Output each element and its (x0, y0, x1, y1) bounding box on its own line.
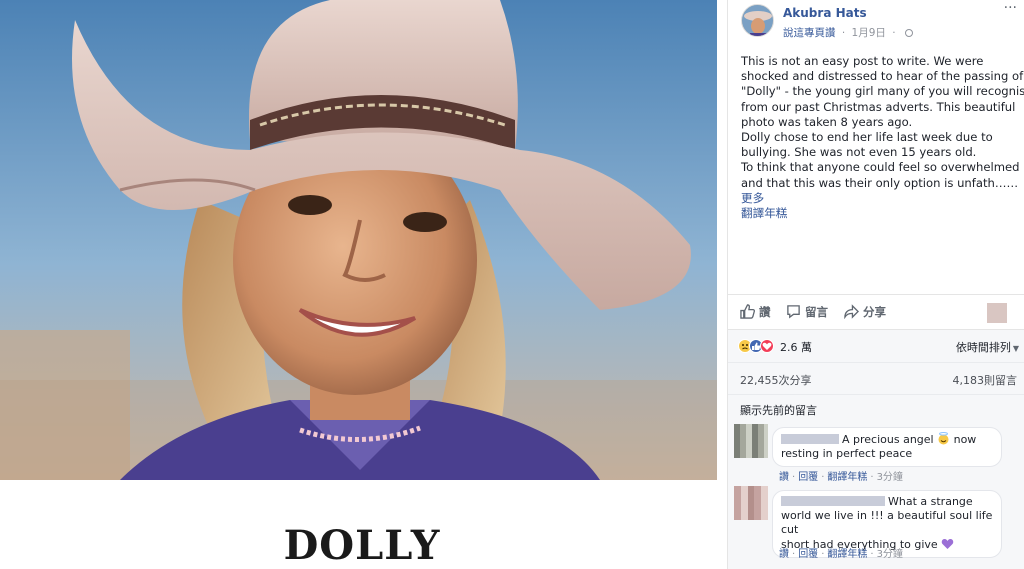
comment-actions: 讚 · 回覆 · 翻譯年糕 · 3分鐘 (779, 545, 903, 560)
recommend-link[interactable]: 說這專頁讚 (783, 27, 836, 39)
share-stats-row: 22,455次分享 4,183則留言 (728, 362, 1024, 394)
comment-like-link[interactable]: 讚 (779, 549, 789, 560)
meta-separator: · (892, 27, 896, 39)
photo-illustration (0, 0, 717, 480)
page-name-link[interactable]: Akubra Hats (783, 6, 867, 20)
translate-link[interactable]: 翻譯年糕 (741, 206, 1021, 221)
post-header: Akubra Hats 說這專頁讚 · 1月9日 · ··· (728, 0, 1024, 48)
like-label: 讚 (759, 305, 771, 319)
comment-icon (787, 305, 800, 319)
commenter-avatar[interactable] (734, 486, 768, 520)
comment-text: now (950, 433, 977, 446)
separator: · (792, 472, 796, 483)
page-avatar[interactable] (741, 4, 774, 37)
reaction-count[interactable]: 2.6 萬 (780, 339, 812, 355)
comment-translate-link[interactable]: 翻譯年糕 (827, 549, 867, 560)
post-text-line: To think that anyone could feel so overw… (741, 160, 1020, 175)
meta-separator: · (841, 27, 846, 39)
comment-label: 留言 (805, 305, 828, 319)
post-text-line: bullying. She was not even 15 years old. (741, 145, 977, 160)
post-text-line: from our past Christmas adverts. This be… (741, 99, 1016, 114)
photo-caption-area: DOLLY (0, 480, 717, 569)
chevron-down-icon: ▼ (1012, 344, 1019, 353)
share-arrow-icon (844, 304, 859, 320)
comment-text: A precious angel (842, 433, 934, 446)
separator: · (870, 472, 874, 483)
comment-list: A precious angel now resting in perfect … (728, 422, 1024, 569)
post-text-line: This is not an easy post to write. We we… (741, 54, 984, 68)
comment-text: What a strange (888, 495, 973, 508)
share-count[interactable]: 22,455次分享 (740, 372, 812, 388)
smiling-face-with-halo-icon (937, 432, 950, 445)
post-date[interactable]: 1月9日 (852, 27, 886, 39)
post-side-panel: Akubra Hats 說這專頁讚 · 1月9日 · ··· This is n… (727, 0, 1024, 569)
post-body: This is not an easy post to write. We we… (741, 54, 1024, 221)
comment-text: resting in perfect peace (781, 447, 913, 460)
globe-icon (904, 29, 913, 37)
comment-time[interactable]: 3分鐘 (877, 472, 903, 483)
comment-count[interactable]: 4,183則留言 (953, 372, 1018, 388)
comment-translate-link[interactable]: 翻譯年糕 (827, 472, 867, 483)
show-previous-comments-link[interactable]: 顯示先前的留言 (740, 402, 817, 418)
share-label: 分享 (863, 305, 886, 319)
comment-like-link[interactable]: 讚 (779, 472, 789, 483)
reactions-bar: 2.6 萬 依時間排列 ▼ (728, 330, 1024, 362)
comment-reply-link[interactable]: 回覆 (798, 472, 818, 483)
love-reaction-icon (760, 339, 774, 353)
commenter-avatar[interactable] (734, 424, 768, 458)
previous-comments-row: 顯示先前的留言 (728, 394, 1024, 422)
separator: · (821, 472, 825, 483)
photo-caption: DOLLY (283, 522, 441, 569)
comment-actions: 讚 · 回覆 · 翻譯年糕 · 3分鐘 (779, 468, 903, 483)
see-more-link[interactable]: 更多 (741, 191, 1021, 206)
comment-reply-link[interactable]: 回覆 (798, 549, 818, 560)
thumbs-up-icon (740, 304, 755, 319)
like-button[interactable]: 讚 (740, 304, 771, 320)
post-text-line: photo was taken 8 years ago. (741, 114, 913, 129)
post-text-line: "Dolly" - the young girl many of you wil… (741, 84, 1024, 99)
post-photo[interactable] (0, 0, 717, 480)
commenter-name-redacted[interactable] (781, 434, 839, 444)
purple-heart-icon (941, 537, 954, 550)
comment-sort-dropdown[interactable]: 依時間排列 ▼ (956, 339, 1019, 355)
comment-button[interactable]: 留言 (786, 304, 828, 320)
separator: · (792, 549, 796, 560)
post-text-line: Dolly chose to end her life last week du… (741, 130, 993, 145)
separator: · (821, 549, 825, 560)
post-text-line: and that this was their only option is u… (741, 175, 1019, 190)
share-button[interactable]: 分享 (844, 304, 886, 320)
viewer-avatar[interactable] (987, 303, 1007, 323)
post-meta: 說這專頁讚 · 1月9日 · (783, 25, 913, 40)
comment-item: What a strange world we live in !!! a be… (728, 486, 1024, 569)
comment-item: A precious angel now resting in perfect … (728, 422, 1024, 488)
comment-time[interactable]: 3分鐘 (877, 549, 903, 560)
post-photo-pane[interactable]: DOLLY (0, 0, 717, 569)
comment-bubble: A precious angel now resting in perfect … (772, 427, 1002, 467)
separator: · (870, 549, 874, 560)
comment-text: world we live in !!! a beautiful soul li… (781, 509, 993, 536)
more-options-icon[interactable]: ··· (1004, 0, 1017, 16)
sort-label: 依時間排列 (955, 341, 1011, 354)
post-text-line: shocked and distressed to hear of the pa… (741, 69, 1024, 84)
commenter-name-redacted[interactable] (781, 496, 885, 506)
post-action-bar: 讚 留言 分享 (728, 294, 1024, 330)
